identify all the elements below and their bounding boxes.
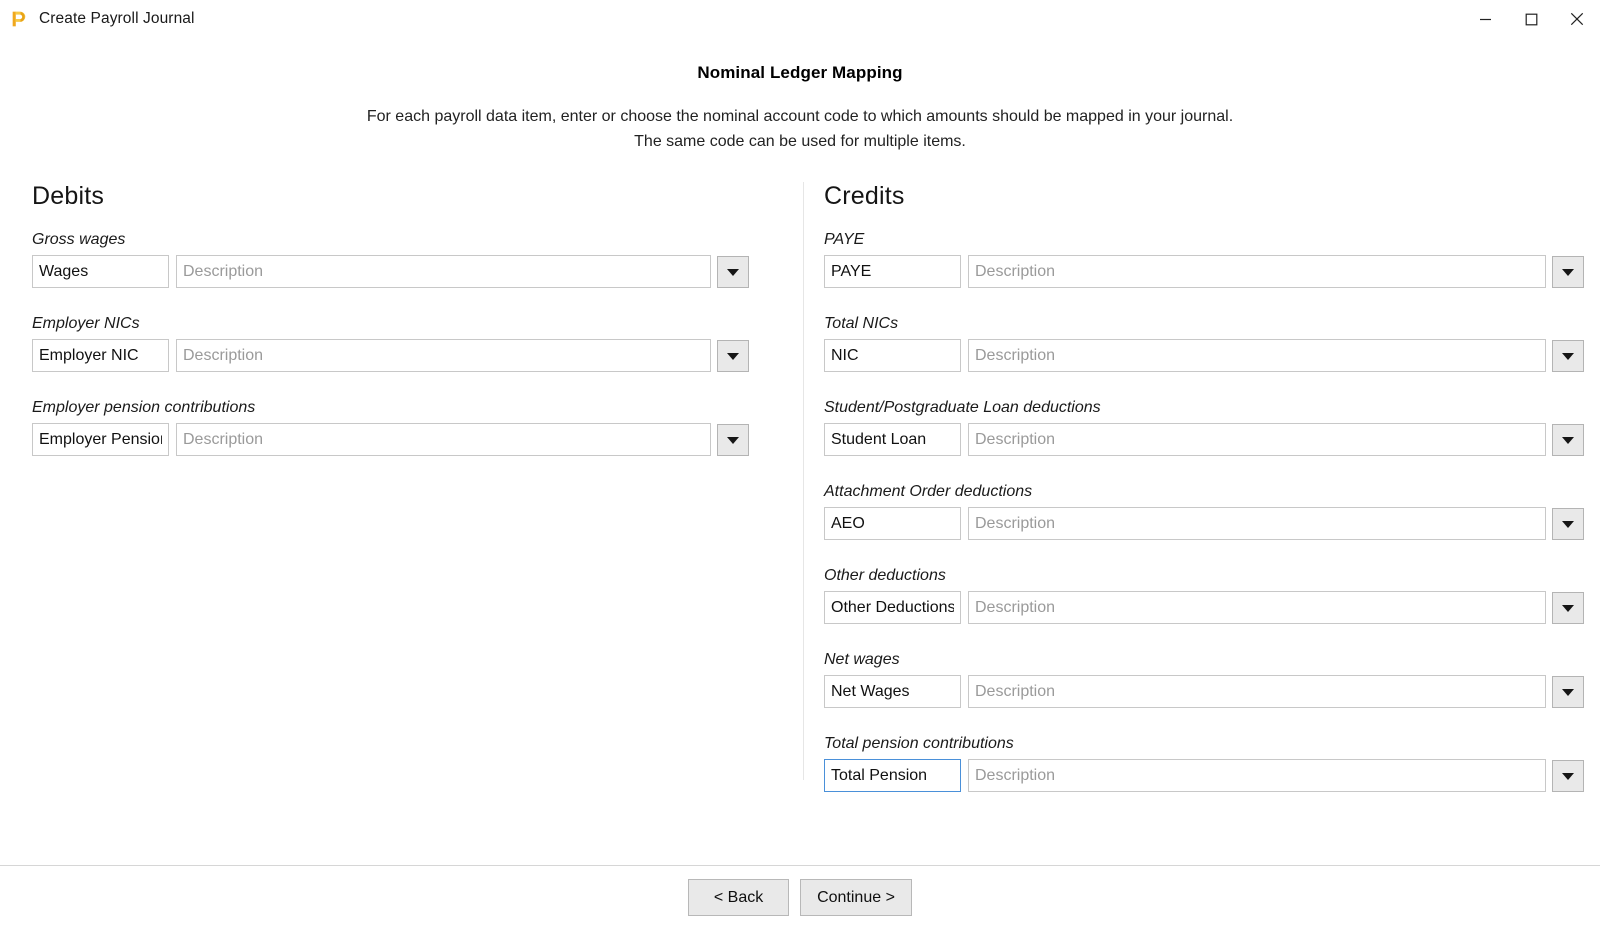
nominal-code-input[interactable] [824, 423, 961, 456]
field-row [824, 423, 1584, 456]
page-description-line-2: The same code can be used for multiple i… [634, 133, 966, 150]
field-label: Employer NICs [32, 315, 140, 332]
nominal-code-dropdown-button[interactable] [717, 424, 749, 456]
minimize-button[interactable] [1462, 0, 1508, 38]
nominal-code-dropdown-button[interactable] [1552, 760, 1584, 792]
description-input[interactable] [968, 423, 1546, 456]
chevron-down-icon [727, 436, 739, 444]
credits-row-total-nics: Total NICs [824, 315, 1584, 372]
chevron-down-icon [727, 352, 739, 360]
chevron-down-icon [727, 268, 739, 276]
description-input[interactable] [968, 339, 1546, 372]
field-row [824, 675, 1584, 708]
credits-row-attachment-order-deductions: Attachment Order deductions [824, 483, 1584, 540]
field-row [824, 255, 1584, 288]
nominal-code-input[interactable] [824, 591, 961, 624]
nominal-code-input[interactable] [32, 423, 169, 456]
chevron-down-icon [1562, 604, 1574, 612]
chevron-down-icon [1562, 520, 1574, 528]
field-label: PAYE [824, 231, 865, 248]
debits-row-employer-nics: Employer NICs [32, 315, 749, 372]
minimize-icon [1479, 18, 1491, 20]
field-label: Total pension contributions [824, 735, 1014, 752]
page-header: Nominal Ledger Mapping For each payroll … [0, 38, 1600, 154]
nominal-code-input[interactable] [824, 507, 961, 540]
page-description-line-1: For each payroll data item, enter or cho… [366, 108, 1234, 125]
chevron-down-icon [1562, 352, 1574, 360]
debits-heading: Debits [32, 182, 105, 210]
column-divider [803, 182, 804, 780]
chevron-down-icon [1562, 436, 1574, 444]
maximize-button[interactable] [1508, 0, 1554, 38]
field-label: Gross wages [32, 231, 126, 248]
field-label: Employer pension contributions [32, 399, 256, 416]
nominal-code-dropdown-button[interactable] [1552, 424, 1584, 456]
description-input[interactable] [968, 255, 1546, 288]
window-controls [1462, 0, 1600, 38]
maximize-icon [1525, 13, 1537, 25]
credits-heading: Credits [824, 182, 905, 210]
page-description: For each payroll data item, enter or cho… [0, 104, 1600, 154]
nominal-code-input[interactable] [824, 339, 961, 372]
mapping-content: Debits Gross wages Employer NICs [0, 182, 1600, 792]
window-title: Create Payroll Journal [39, 10, 195, 27]
page-title: Nominal Ledger Mapping [697, 63, 903, 82]
field-row [32, 255, 749, 288]
nominal-code-dropdown-button[interactable] [1552, 508, 1584, 540]
credits-row-other-deductions: Other deductions [824, 567, 1584, 624]
field-label: Other deductions [824, 567, 946, 584]
back-button[interactable]: < Back [688, 879, 790, 916]
close-button[interactable] [1554, 0, 1600, 38]
credits-row-total-pension-contributions: Total pension contributions [824, 735, 1584, 792]
nominal-code-dropdown-button[interactable] [1552, 592, 1584, 624]
close-icon [1570, 12, 1584, 26]
app-window: Create Payroll Journal Nominal Ledger Ma… [0, 0, 1600, 929]
nominal-code-input[interactable] [32, 255, 169, 288]
field-row [824, 339, 1584, 372]
credits-row-net-wages: Net wages [824, 651, 1584, 708]
credits-row-student-loan-deductions: Student/Postgraduate Loan deductions [824, 399, 1584, 456]
nominal-code-input[interactable] [32, 339, 169, 372]
payroll-app-icon [12, 11, 26, 27]
field-row [824, 591, 1584, 624]
debits-row-gross-wages: Gross wages [32, 231, 749, 288]
description-input[interactable] [968, 675, 1546, 708]
field-row [32, 339, 749, 372]
debits-row-employer-pension-contributions: Employer pension contributions [32, 399, 749, 456]
nominal-code-input[interactable] [824, 675, 961, 708]
field-label: Attachment Order deductions [824, 483, 1033, 500]
nominal-code-dropdown-button[interactable] [1552, 340, 1584, 372]
description-input[interactable] [968, 591, 1546, 624]
title-bar: Create Payroll Journal [0, 0, 1600, 38]
debits-column: Debits Gross wages Employer NICs [0, 182, 803, 788]
description-input[interactable] [176, 255, 711, 288]
description-input[interactable] [968, 507, 1546, 540]
chevron-down-icon [1562, 688, 1574, 696]
field-row [32, 423, 749, 456]
continue-button[interactable]: Continue > [800, 879, 912, 916]
field-label: Net wages [824, 651, 900, 668]
description-input[interactable] [176, 339, 711, 372]
nominal-code-dropdown-button[interactable] [717, 256, 749, 288]
field-label: Total NICs [824, 315, 899, 332]
credits-column: Credits PAYE Total NICs [803, 182, 1600, 792]
field-row [824, 759, 1584, 792]
nominal-code-dropdown-button[interactable] [1552, 256, 1584, 288]
chevron-down-icon [1562, 772, 1574, 780]
field-row [824, 507, 1584, 540]
nominal-code-dropdown-button[interactable] [717, 340, 749, 372]
wizard-footer: < Back Continue > [0, 865, 1600, 929]
nominal-code-input[interactable] [824, 759, 961, 792]
nominal-code-dropdown-button[interactable] [1552, 676, 1584, 708]
description-input[interactable] [968, 759, 1546, 792]
field-label: Student/Postgraduate Loan deductions [824, 399, 1101, 416]
credits-row-paye: PAYE [824, 231, 1584, 288]
nominal-code-input[interactable] [824, 255, 961, 288]
description-input[interactable] [176, 423, 711, 456]
chevron-down-icon [1562, 268, 1574, 276]
